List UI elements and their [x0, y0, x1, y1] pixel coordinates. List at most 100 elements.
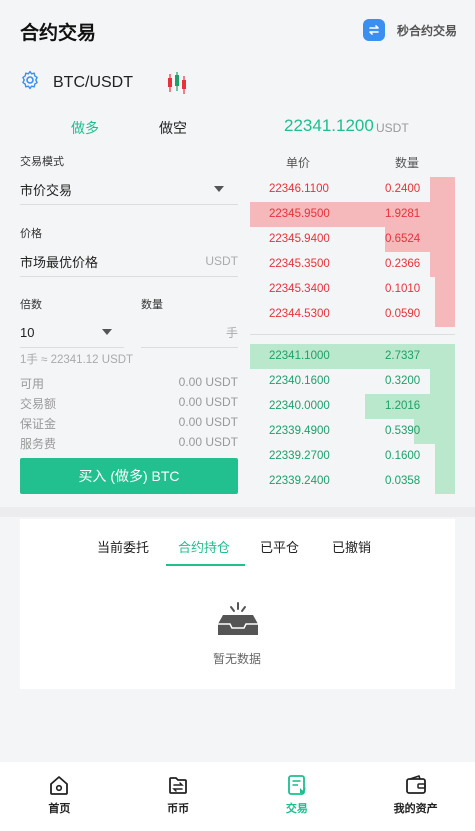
bid-price: 22339.2400: [269, 475, 330, 487]
positions-panel: 当前委托 合约持仓 已平仓 已撤销 暂无数据: [20, 519, 455, 689]
tab-long[interactable]: 做多: [71, 118, 99, 138]
bid-qty: 0.5390: [385, 425, 421, 437]
empty-state-text: 暂无数据: [213, 652, 262, 666]
price-label: 价格: [20, 228, 42, 240]
info-label: 交易额: [20, 397, 57, 411]
candlestick-chart-icon[interactable]: [165, 71, 189, 95]
nav-item-coin[interactable]: 币币: [119, 762, 238, 831]
ask-row[interactable]: 22345.3400 0.1010: [250, 277, 455, 302]
bid-price: 22341.1000: [269, 350, 330, 362]
quantity-label: 数量: [141, 299, 163, 311]
ask-qty: 0.2400: [385, 183, 421, 195]
bid-row[interactable]: 22340.1600 0.3200: [250, 369, 455, 394]
ask-row[interactable]: 22344.5300 0.0590: [250, 302, 455, 327]
ask-row[interactable]: 22346.1100 0.2400: [250, 177, 455, 202]
ask-price: 22345.3500: [269, 258, 330, 270]
leverage-label: 倍数: [20, 299, 42, 311]
nav-item-home[interactable]: 首页: [0, 762, 119, 831]
orderbook-divider: [250, 334, 455, 335]
home-icon: [50, 776, 69, 795]
empty-box-icon: [217, 601, 259, 637]
bid-row[interactable]: 22339.4900 0.5390: [250, 419, 455, 444]
bid-qty: 2.7337: [385, 350, 421, 362]
lot-conversion: 1手 ≈ 22341.12 USDT: [20, 354, 134, 366]
info-label: 保证金: [20, 417, 57, 431]
last-price: 22341.1200: [284, 116, 374, 135]
ask-price: 22345.9500: [269, 208, 330, 220]
nav-label: 我的资产: [393, 803, 438, 815]
ask-price: 22344.5300: [269, 308, 330, 320]
bid-qty: 1.2016: [385, 400, 421, 412]
ask-row[interactable]: 22345.9500 1.9281: [250, 202, 455, 227]
ask-row[interactable]: 22345.9400 0.6524: [250, 227, 455, 252]
ask-row[interactable]: 22345.3500 0.2366: [250, 252, 455, 277]
depth-bar: [434, 302, 455, 327]
quantity-unit: 手: [225, 325, 238, 340]
bid-row[interactable]: 22340.0000 1.2016: [250, 394, 455, 419]
tab-open-orders[interactable]: 当前委托: [97, 537, 149, 556]
trade-icon: [287, 775, 306, 795]
tab-positions[interactable]: 合约持仓: [178, 537, 230, 556]
nav-label: 币币: [167, 803, 190, 815]
wallet-icon: [405, 775, 426, 794]
bid-qty: 0.0358: [385, 475, 421, 487]
second-contract-label: 秒合约交易: [396, 23, 457, 38]
second-contract-button[interactable]: 秒合约交易: [362, 18, 457, 42]
gear-icon[interactable]: [20, 70, 40, 95]
ask-qty: 0.1010: [385, 283, 421, 295]
ask-price: 22345.3400: [269, 283, 330, 295]
depth-bar: [434, 444, 455, 469]
trade-mode-value: 市价交易: [20, 182, 73, 198]
nav-label: 首页: [48, 803, 71, 815]
nav-item-assets[interactable]: 我的资产: [356, 762, 475, 831]
buy-long-button[interactable]: 买入 (做多) BTC: [20, 458, 238, 494]
info-value: 0.00 USDT: [178, 415, 238, 429]
info-label: 可用: [20, 377, 45, 391]
info-value: 0.00 USDT: [178, 435, 238, 449]
trade-mode-label: 交易模式: [20, 156, 64, 168]
info-value: 0.00 USDT: [178, 375, 238, 389]
bid-price: 22339.4900: [269, 425, 330, 437]
nav-label: 交易: [285, 803, 308, 815]
ask-price: 22346.1100: [269, 183, 329, 195]
info-fee: 服务费 0.00 USDT: [20, 435, 238, 452]
tab-cancelled[interactable]: 已撤销: [332, 537, 371, 556]
bid-row[interactable]: 22341.1000 2.7337: [250, 344, 455, 369]
bid-row[interactable]: 22339.2400 0.0358: [250, 469, 455, 494]
orderbook-qty-header: 数量: [395, 156, 420, 170]
pair-name: BTC/USDT: [53, 73, 133, 91]
tab-closed[interactable]: 已平仓: [260, 537, 299, 556]
pair-selector[interactable]: BTC/USDT: [20, 70, 133, 95]
leverage-value: 10: [20, 324, 35, 340]
ask-price: 22345.9400: [269, 233, 330, 245]
quantity-input[interactable]: 手: [141, 317, 238, 348]
depth-bar: [434, 277, 455, 302]
bid-price: 22340.1600: [269, 375, 330, 387]
bid-row[interactable]: 22339.2700 0.1600: [250, 444, 455, 469]
section-separator: [0, 507, 475, 517]
price-unit: USDT: [205, 254, 238, 268]
ask-qty: 0.6524: [385, 233, 421, 245]
ask-qty: 0.0590: [385, 308, 421, 320]
swap-icon: [362, 19, 385, 41]
orderbook-price-header: 单价: [286, 156, 311, 170]
trade-mode-select[interactable]: 市价交易: [20, 174, 238, 205]
info-trade-amount: 交易额 0.00 USDT: [20, 395, 238, 412]
bid-qty: 0.3200: [385, 375, 421, 387]
bid-price: 22339.2700: [269, 450, 330, 462]
ask-qty: 1.9281: [385, 208, 421, 220]
info-available: 可用 0.00 USDT: [20, 375, 238, 392]
depth-bar: [430, 252, 455, 277]
price-field[interactable]: 市场最优价格 USDT: [20, 246, 238, 277]
ask-qty: 0.2366: [385, 258, 421, 270]
bottom-nav: 首页 币币 交易 我的资产: [0, 762, 475, 831]
info-value: 0.00 USDT: [178, 395, 238, 409]
tab-short[interactable]: 做空: [159, 118, 187, 138]
info-label: 服务费: [20, 437, 57, 451]
nav-item-trade[interactable]: 交易: [238, 762, 357, 831]
bid-qty: 0.1600: [385, 450, 421, 462]
leverage-select[interactable]: 10: [20, 317, 124, 348]
info-margin: 保证金 0.00 USDT: [20, 415, 238, 432]
bid-price: 22340.0000: [269, 400, 330, 412]
price-value: 市场最优价格: [20, 254, 99, 270]
